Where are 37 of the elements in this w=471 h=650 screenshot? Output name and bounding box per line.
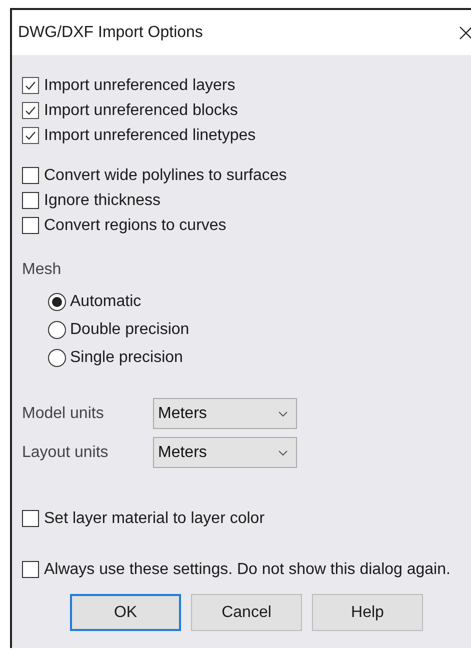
dialog-button[interactable]: OK	[70, 594, 181, 631]
checkbox[interactable]	[22, 167, 39, 184]
radio-label[interactable]: Automatic	[70, 293, 142, 311]
caret-icon	[278, 450, 288, 456]
field-label: Model units	[22, 404, 105, 422]
radio-button[interactable]	[48, 293, 66, 311]
dialog-button[interactable]: Help	[312, 594, 423, 631]
radio-label[interactable]: Single precision	[70, 349, 183, 367]
checkbox-label[interactable]: Always use these settings. Do not show this dialog again.	[44, 560, 450, 578]
checkbox-label[interactable]: Ignore thickness	[44, 192, 161, 210]
checkbox-label[interactable]: Import unreferenced layers	[44, 76, 236, 94]
radio-button[interactable]	[48, 349, 66, 367]
checkbox-label[interactable]: Import unreferenced linetypes	[44, 126, 256, 144]
checkbox[interactable]	[22, 192, 39, 209]
field-label: Layout units	[22, 444, 110, 462]
window-title: DWG/DXF Import Options	[18, 24, 203, 42]
dialog-button[interactable]: Cancel	[191, 594, 302, 631]
checkbox[interactable]	[22, 127, 39, 144]
check-icon	[24, 104, 37, 117]
dropdown[interactable]: Meters	[153, 437, 297, 468]
checkbox-label[interactable]: Convert regions to curves	[44, 216, 226, 234]
checkbox[interactable]	[22, 510, 39, 527]
radio-button[interactable]	[48, 321, 66, 339]
caret-icon	[278, 410, 288, 416]
checkbox-label[interactable]: Convert wide polylines to surfaces	[44, 166, 287, 184]
dropdown[interactable]: Meters	[153, 398, 297, 429]
checkbox[interactable]	[22, 217, 39, 234]
section-label: Mesh	[22, 261, 62, 279]
radio-label[interactable]: Double precision	[70, 321, 190, 339]
checkbox[interactable]	[22, 561, 39, 578]
checkbox[interactable]	[22, 102, 39, 119]
checkbox-label[interactable]: Import unreferenced blocks	[44, 102, 238, 120]
check-icon	[24, 79, 37, 92]
check-icon	[24, 129, 37, 142]
checkbox-label[interactable]: Set layer material to layer color	[44, 510, 265, 528]
close-icon[interactable]	[459, 26, 471, 40]
checkbox[interactable]	[22, 77, 39, 94]
